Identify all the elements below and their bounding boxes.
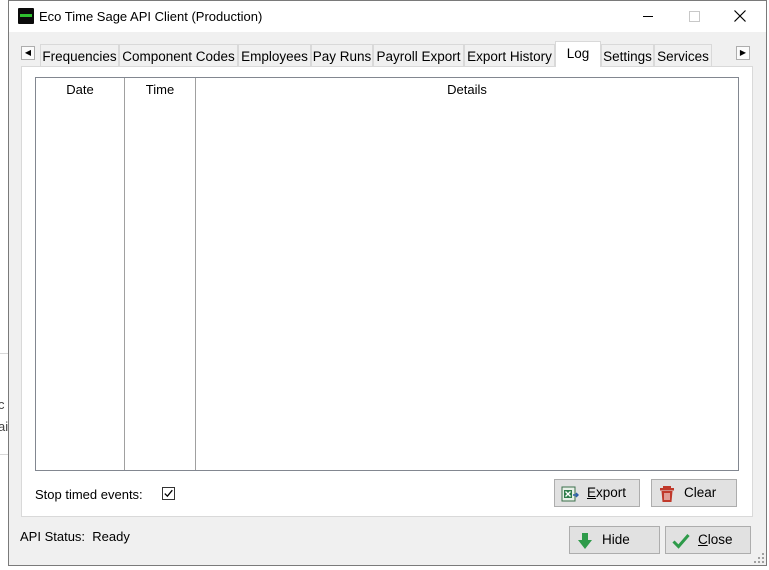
export-button[interactable]: Export: [554, 479, 640, 507]
stop-timed-events-label: Stop timed events:: [35, 487, 143, 502]
log-tab-panel: Date Time Details Stop timed events: Exp…: [21, 66, 753, 517]
clear-button[interactable]: Clear: [651, 479, 737, 507]
tab-settings[interactable]: Settings: [601, 44, 654, 66]
stop-timed-events-checkbox[interactable]: [162, 487, 175, 500]
clear-button-label: Clear: [684, 485, 717, 500]
background-window: c ai: [0, 353, 8, 455]
title-bar[interactable]: Eco Time Sage API Client (Production): [9, 1, 766, 32]
window-title: Eco Time Sage API Client (Production): [39, 9, 263, 24]
background-text-fragment: c: [0, 397, 5, 412]
tab-component-codes[interactable]: Component Codes: [119, 44, 238, 66]
minimize-icon: [643, 16, 653, 17]
hide-button[interactable]: Hide: [569, 526, 660, 554]
checkmark-icon: [164, 489, 173, 498]
maximize-icon: [689, 11, 700, 22]
arrow-down-icon: [578, 533, 592, 549]
trash-icon: [660, 486, 674, 502]
checkmark-icon: [672, 534, 690, 549]
main-window: Eco Time Sage API Client (Production) ◀ …: [8, 0, 767, 566]
log-listview[interactable]: Date Time Details: [35, 77, 739, 471]
excel-icon: [561, 486, 579, 502]
api-status: API Status: Ready: [20, 529, 130, 544]
column-divider: [124, 78, 125, 470]
tab-services[interactable]: Services: [654, 44, 712, 66]
resize-grip-icon[interactable]: [754, 553, 764, 563]
column-header-date[interactable]: Date: [36, 78, 124, 102]
column-header-details[interactable]: Details: [196, 78, 738, 102]
close-window-button[interactable]: [717, 1, 763, 32]
api-status-value: Ready: [92, 529, 130, 544]
tab-employees[interactable]: Employees: [238, 44, 311, 66]
hide-button-label: Hide: [602, 532, 630, 547]
tab-frequencies[interactable]: Frequencies: [40, 44, 119, 66]
maximize-button[interactable]: [671, 1, 717, 32]
close-button[interactable]: Close: [665, 526, 751, 554]
tab-pay-runs[interactable]: Pay Runs: [311, 44, 373, 66]
close-icon: [734, 10, 746, 22]
api-status-label: API Status:: [20, 529, 86, 544]
tab-log[interactable]: Log: [555, 41, 601, 67]
eco-time-logo-icon: [18, 8, 34, 24]
column-divider: [195, 78, 196, 470]
close-button-label: Close: [698, 532, 733, 547]
tab-export-history[interactable]: Export History: [464, 44, 555, 66]
tab-scroll-left-button[interactable]: ◀: [21, 46, 35, 60]
triangle-left-icon: ◀: [24, 48, 32, 57]
column-header-time[interactable]: Time: [125, 78, 195, 102]
background-text-fragment: ai: [0, 419, 9, 434]
export-button-label: Export: [587, 485, 627, 500]
tab-payroll-export[interactable]: Payroll Export: [373, 44, 464, 66]
tab-scroll-right-button[interactable]: ▶: [736, 46, 750, 60]
minimize-button[interactable]: [625, 1, 671, 32]
triangle-right-icon: ▶: [739, 48, 747, 57]
